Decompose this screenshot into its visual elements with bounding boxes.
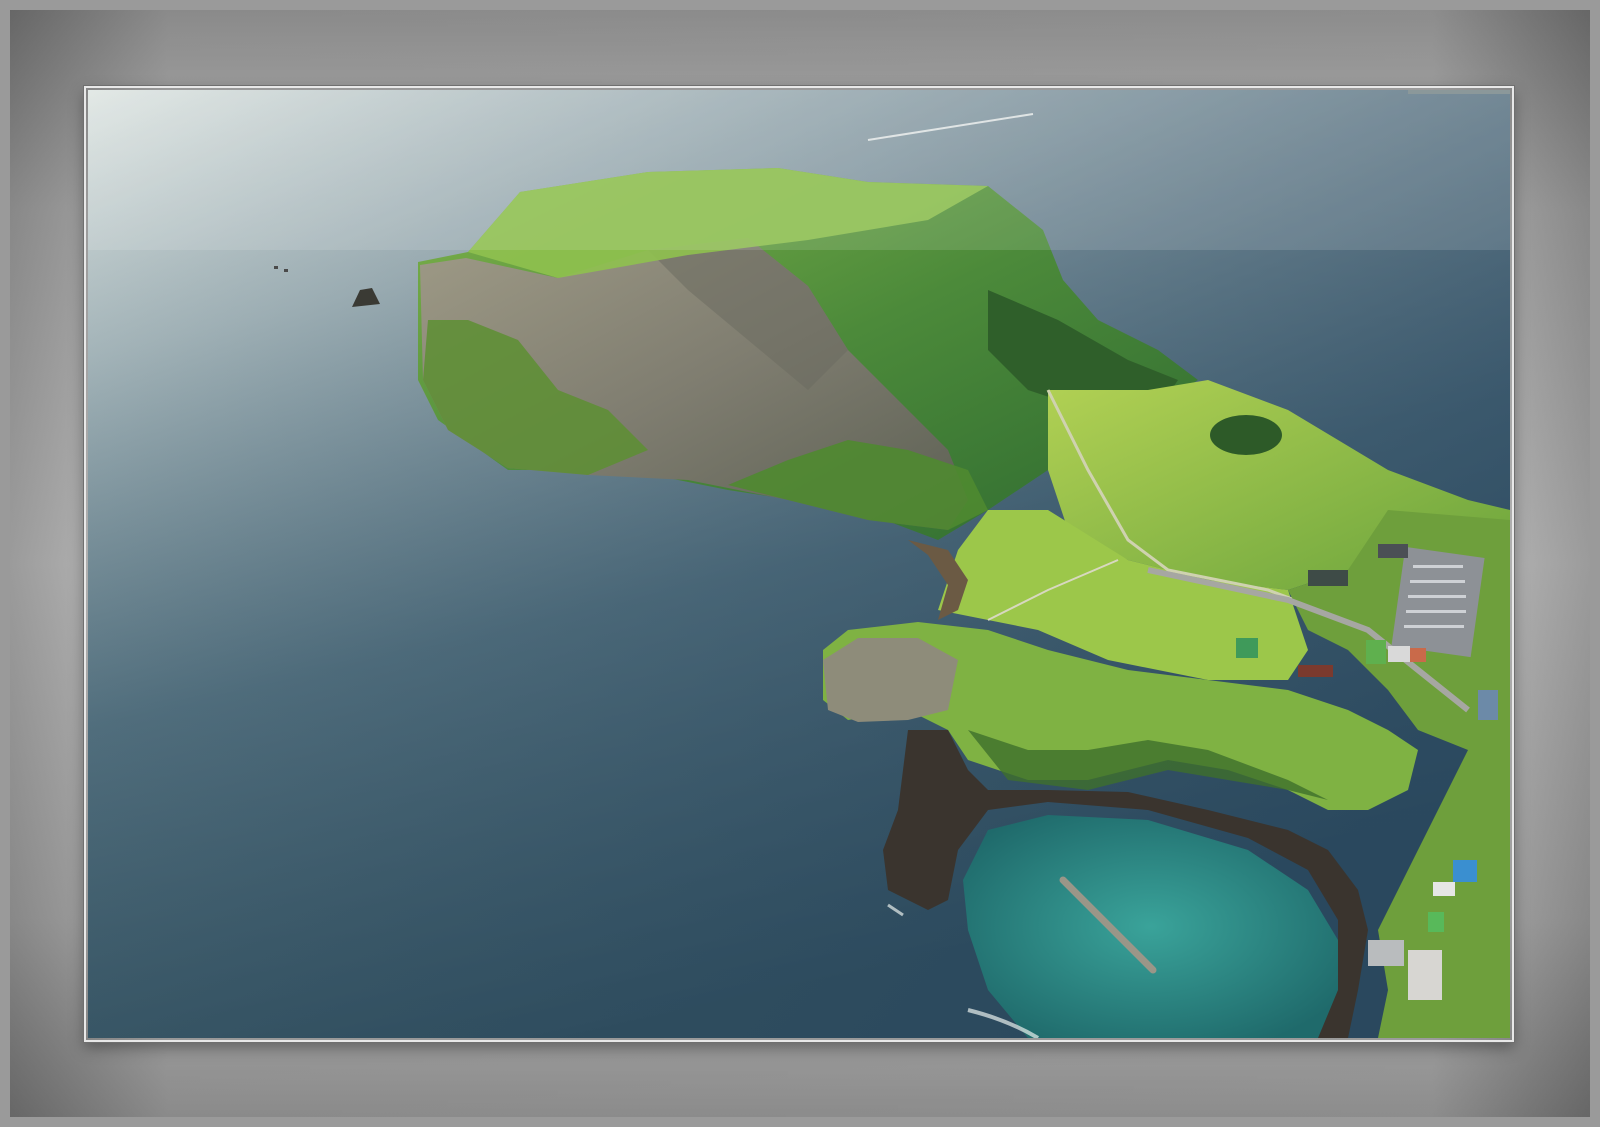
building [1410, 648, 1426, 662]
boat [284, 269, 288, 272]
aerial-photo [88, 90, 1510, 1038]
boat [274, 266, 278, 269]
aerial-scene [88, 90, 1510, 1038]
building [1366, 640, 1386, 664]
tree-cluster [1210, 415, 1282, 455]
building [1368, 940, 1404, 966]
building [1453, 860, 1477, 882]
building [1428, 912, 1444, 932]
building [1236, 638, 1258, 658]
building [1308, 570, 1348, 586]
southern-cliff [823, 638, 958, 722]
building [1378, 544, 1408, 558]
building [1298, 665, 1333, 677]
parking-lot [1391, 546, 1485, 658]
building [1408, 950, 1442, 1000]
building [1388, 646, 1410, 662]
building [1478, 690, 1498, 720]
building [1433, 882, 1455, 896]
haze [88, 90, 1510, 250]
